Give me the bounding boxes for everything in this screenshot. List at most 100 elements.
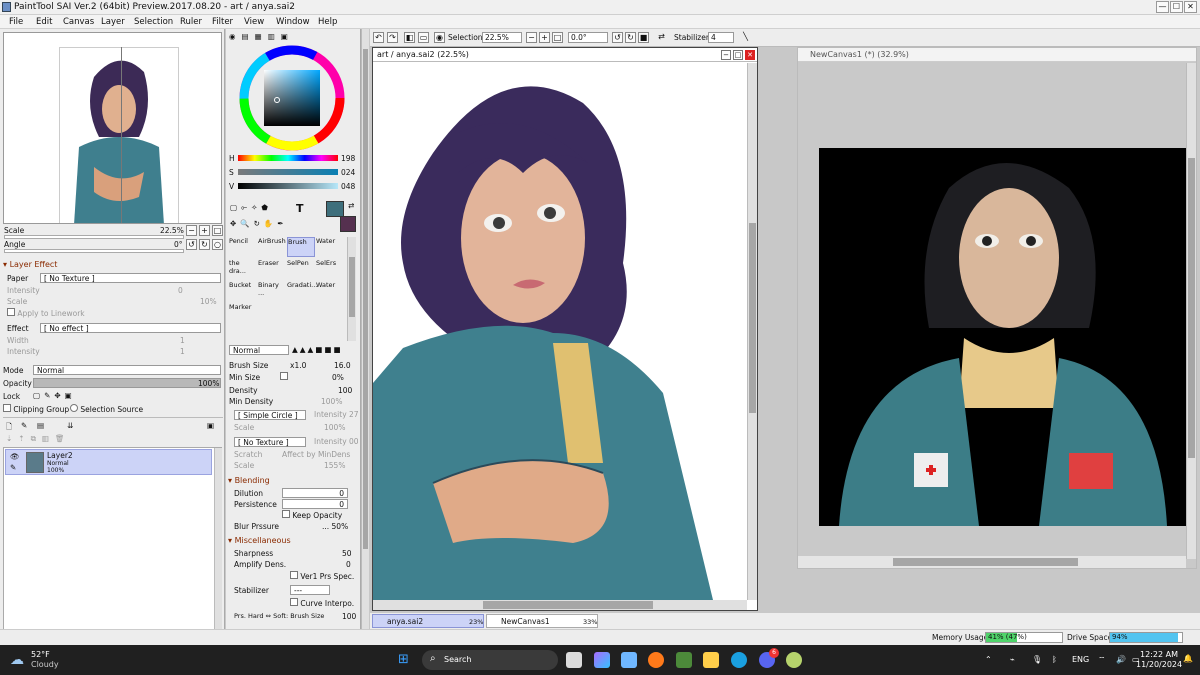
discord-icon[interactable]: 6 xyxy=(759,648,779,668)
straight-line-icon[interactable]: ╲ xyxy=(740,32,751,43)
tool-water[interactable]: Water xyxy=(316,237,344,257)
val-slider[interactable] xyxy=(238,183,338,189)
prs-hard-soft-value[interactable]: 100 xyxy=(342,612,356,621)
canvas-maximize-button[interactable]: □ xyxy=(733,50,743,60)
tool-gradation[interactable]: Gradati... xyxy=(287,281,317,301)
menu-file[interactable]: File xyxy=(9,17,23,27)
blur-pressure-value[interactable]: ... 50% xyxy=(322,522,348,531)
second-artwork[interactable] xyxy=(819,148,1187,526)
selection-tools-row[interactable]: ▢⟜✧⬟ xyxy=(230,203,272,213)
paper-select[interactable]: [ No Texture ] xyxy=(40,273,221,283)
canvas-minimize-button[interactable]: − xyxy=(721,50,731,60)
tab-newcanvas1[interactable]: NewCanvas1 33% xyxy=(486,614,598,628)
volume-icon[interactable]: 🔊 xyxy=(1116,655,1126,664)
layer-ops-icons[interactable]: ⇣⇡⧉▥🗑 xyxy=(6,434,71,444)
tab-anya[interactable]: anya.sai2 23% xyxy=(372,614,484,628)
menu-ruler[interactable]: Ruler xyxy=(180,17,202,27)
sharpness-value[interactable]: 50 xyxy=(342,549,352,558)
toolbar-rotate-reset[interactable]: ■ xyxy=(638,32,649,43)
brush-blend-select[interactable]: Normal xyxy=(229,345,289,355)
tool-binary[interactable]: Binary ... xyxy=(258,281,286,301)
notifications-icon[interactable]: 🔔 xyxy=(1183,654,1193,663)
menu-filter[interactable]: Filter xyxy=(212,17,233,27)
ver1-checkbox[interactable]: Ver1 Prs Spec. xyxy=(290,571,354,581)
microphone-icon[interactable]: 🎙 xyxy=(1032,655,1042,664)
file-explorer-icon[interactable] xyxy=(703,652,719,668)
menu-canvas[interactable]: Canvas xyxy=(63,17,94,27)
min-size-check[interactable] xyxy=(280,372,288,382)
firefox-icon[interactable] xyxy=(648,652,664,668)
layer-row[interactable]: 👁 ✎ Layer2 Normal 100% xyxy=(5,449,212,475)
zoom-select[interactable]: 22.5% xyxy=(482,32,522,43)
close-button[interactable]: ✕ xyxy=(1184,1,1197,13)
toolbar-zoom-in[interactable]: + xyxy=(539,32,550,43)
effect-select[interactable]: [ No effect ] xyxy=(40,323,221,333)
blend-mode-select[interactable]: Normal xyxy=(33,365,221,375)
flip-horizontal-icon[interactable]: ⇄ xyxy=(656,32,667,43)
toolbar-zoom-fit[interactable]: □ xyxy=(552,32,563,43)
task-view-icon[interactable] xyxy=(566,652,582,668)
brush-size-mult[interactable]: x1.0 xyxy=(290,361,306,370)
selection-visibility-icon[interactable]: ◉ xyxy=(434,32,445,43)
amplify-value[interactable]: 0 xyxy=(346,560,351,569)
swap-colors-icon[interactable]: ⇄ xyxy=(348,201,354,210)
tool-marker[interactable]: Marker xyxy=(229,303,257,323)
clipping-group-checkbox[interactable]: Clipping Group xyxy=(3,404,69,414)
deselect-button[interactable]: ◧ xyxy=(404,32,415,43)
panel-scrollbar[interactable] xyxy=(361,29,369,641)
zoom-reset-button[interactable]: □ xyxy=(212,225,223,236)
text-tool-icon[interactable]: T xyxy=(296,202,304,215)
toolbar-stabilizer-select[interactable]: 4 xyxy=(708,32,734,43)
tool-selpen[interactable]: SelPen xyxy=(287,259,315,279)
hue-slider[interactable] xyxy=(238,155,338,161)
main-canvas-hscroll[interactable] xyxy=(373,600,747,610)
brush-size-value[interactable]: 16.0 xyxy=(334,361,351,370)
canvas-close-button[interactable]: ✕ xyxy=(745,50,755,60)
toolbar-rotate-cw[interactable]: ↻ xyxy=(625,32,636,43)
tool-pencil[interactable]: Pencil xyxy=(229,237,257,257)
min-size-value[interactable]: 0% xyxy=(332,373,344,382)
tray-network-off-icon[interactable]: ⌁ xyxy=(1010,655,1015,664)
primary-color-swatch[interactable] xyxy=(326,201,344,217)
weather-temp[interactable]: 52°F xyxy=(31,650,50,659)
cloud-icon[interactable]: ☁ xyxy=(10,652,24,668)
new-linework-icon[interactable]: ✎ xyxy=(21,421,27,430)
color-mode-tabs[interactable]: ◉▤▦▥▣ xyxy=(229,32,294,41)
affect-mindens[interactable]: Affect by MinDens xyxy=(282,450,350,459)
wifi-icon[interactable]: ⌔ xyxy=(1098,655,1106,665)
color-wheel[interactable] xyxy=(239,45,345,151)
sat-slider[interactable] xyxy=(238,169,338,175)
tool-scrollbar[interactable] xyxy=(347,237,356,341)
secondary-color-swatch[interactable] xyxy=(340,216,356,232)
scale-slider[interactable] xyxy=(4,235,184,239)
menu-selection[interactable]: Selection xyxy=(134,17,173,27)
eye-icon[interactable]: 👁 xyxy=(10,452,20,461)
toolbar-zoom-out[interactable]: − xyxy=(526,32,537,43)
angle-select[interactable]: 0.0° xyxy=(568,32,608,43)
rotate-ccw-button[interactable]: ↺ xyxy=(186,239,197,250)
minimize-button[interactable]: — xyxy=(1156,1,1169,13)
lock-icons[interactable]: ▢✎✥▣ xyxy=(33,391,76,400)
redo-button[interactable]: ↷ xyxy=(387,32,398,43)
dilution-value[interactable]: 0 xyxy=(282,488,348,498)
rotate-cw-button[interactable]: ↻ xyxy=(199,239,210,250)
bluetooth-icon[interactable]: ᛒ xyxy=(1052,655,1057,664)
tool-water-2[interactable]: Water xyxy=(316,281,344,301)
tool-eraser[interactable]: Eraser xyxy=(258,259,286,279)
brush-shape-presets[interactable]: ▲▲▲■■■ xyxy=(292,345,343,354)
rotate-reset-button[interactable]: ○ xyxy=(212,239,223,250)
layer-panel-menu-icon[interactable]: ▣ xyxy=(207,421,214,430)
tray-chevron-icon[interactable]: ⌃ xyxy=(985,655,992,664)
language-indicator[interactable]: ENG xyxy=(1072,655,1089,664)
navigator-preview[interactable] xyxy=(3,32,222,224)
new-layer-icon[interactable]: 🗋 xyxy=(6,421,12,434)
keep-opacity-checkbox[interactable]: Keep Opacity xyxy=(282,510,342,520)
undo-button[interactable]: ↶ xyxy=(373,32,384,43)
menu-edit[interactable]: Edit xyxy=(36,17,52,27)
layer-transfer-icon[interactable]: ⇊ xyxy=(67,421,73,430)
menu-view[interactable]: View xyxy=(244,17,264,27)
density-value[interactable]: 100 xyxy=(338,386,352,395)
main-canvas-vscroll[interactable] xyxy=(747,63,757,600)
tool-bucket[interactable]: Bucket xyxy=(229,281,257,301)
maximize-button[interactable]: ☐ xyxy=(1170,1,1183,13)
